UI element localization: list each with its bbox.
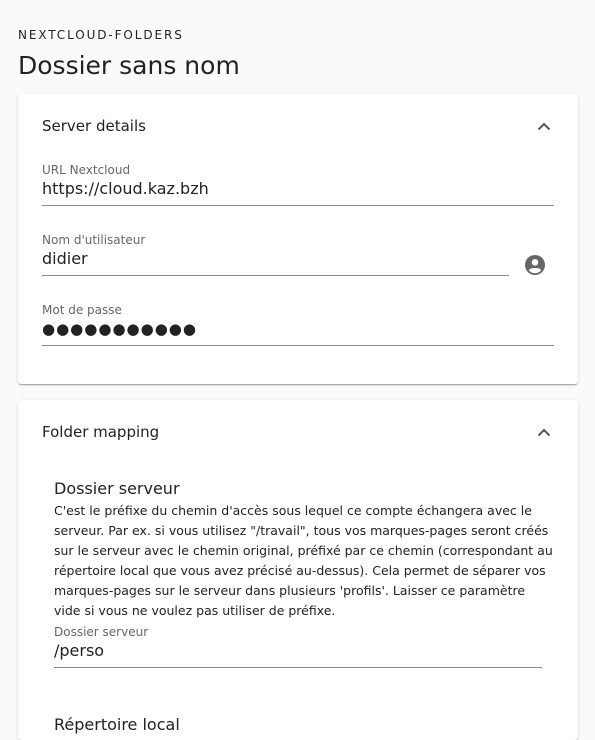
local-folder-heading: Répertoire local bbox=[54, 715, 180, 734]
server-folder-heading: Dossier serveur bbox=[54, 479, 180, 498]
chevron-up-icon[interactable] bbox=[534, 116, 554, 136]
account-circle-icon[interactable] bbox=[524, 254, 546, 276]
page-title: Dossier sans nom bbox=[18, 51, 240, 80]
username-label: Nom d'utilisateur bbox=[42, 233, 146, 247]
app-overline: NEXTCLOUD-FOLDERS bbox=[18, 28, 184, 42]
username-field[interactable]: Nom d'utilisateur didier bbox=[42, 233, 509, 276]
url-input[interactable]: https://cloud.kaz.bzh bbox=[42, 178, 554, 206]
folder-mapping-title: Folder mapping bbox=[42, 423, 160, 441]
server-details-panel: Server details URL Nextcloud https://clo… bbox=[18, 94, 578, 384]
server-details-title: Server details bbox=[42, 117, 146, 135]
password-field[interactable]: Mot de passe ●●●●●●●●●●● bbox=[42, 303, 554, 346]
chevron-up-icon[interactable] bbox=[534, 422, 554, 442]
server-details-header[interactable]: Server details bbox=[42, 94, 554, 158]
password-label: Mot de passe bbox=[42, 303, 122, 317]
server-folder-description: C'est le préfixe du chemin d'accès sous … bbox=[54, 503, 553, 618]
password-input[interactable]: ●●●●●●●●●●● bbox=[42, 318, 554, 346]
server-folder-field[interactable]: Dossier serveur /perso bbox=[54, 625, 542, 668]
url-field[interactable]: URL Nextcloud https://cloud.kaz.bzh bbox=[42, 163, 554, 206]
folder-mapping-header[interactable]: Folder mapping bbox=[42, 400, 554, 464]
url-label: URL Nextcloud bbox=[42, 163, 131, 177]
username-input[interactable]: didier bbox=[42, 248, 509, 276]
server-folder-label: Dossier serveur bbox=[54, 625, 149, 639]
folder-mapping-panel: Folder mapping Dossier serveur C'est le … bbox=[18, 400, 578, 740]
server-folder-input[interactable]: /perso bbox=[54, 640, 542, 668]
